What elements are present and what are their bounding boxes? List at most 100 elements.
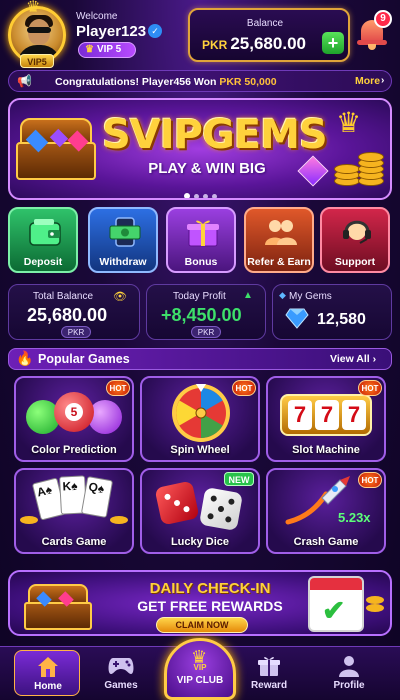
my-gems-card: ◆ My Gems 12,580	[272, 284, 392, 340]
banner-title: SVIPGEMS	[102, 112, 328, 158]
claim-now-button[interactable]: CLAIM NOW	[156, 617, 248, 633]
pagination-dot[interactable]	[211, 194, 217, 198]
game-title: Color Prediction	[31, 444, 117, 456]
nav-vip-small-label: VIP	[193, 663, 207, 672]
coin-icon	[20, 516, 38, 524]
balance-panel: Balance PKR 25,680.00 +	[188, 8, 350, 62]
winner-ticker[interactable]: 📢 Congratulations! Player456 Won PKR 50,…	[8, 70, 392, 92]
coin-icon	[366, 596, 384, 604]
gem-icon	[285, 308, 309, 329]
view-all-label: View All	[330, 353, 370, 365]
gift-icon	[187, 220, 219, 247]
gem-small-icon: ◆	[279, 290, 286, 300]
ticker-more-link[interactable]: More	[355, 75, 380, 87]
nav-reward[interactable]: Reward	[236, 650, 302, 696]
currency-chip: PKR	[61, 326, 91, 338]
vip-level-badge[interactable]: ♛ VIP 5	[78, 42, 136, 58]
chevron-right-icon: ›	[381, 75, 385, 86]
home-icon	[38, 657, 58, 677]
pagination-dot[interactable]	[202, 194, 208, 198]
gamepad-icon	[108, 658, 134, 674]
nav-vip-club[interactable]: ♛ VIP VIP CLUB	[164, 638, 236, 700]
coin-icon	[366, 604, 384, 612]
white-dice-icon	[198, 486, 244, 532]
red-ball-icon: 5	[54, 392, 94, 432]
deposit-label: Deposit	[23, 256, 63, 268]
multiplier-value: 5.23x	[338, 510, 371, 525]
game-title: Crash Game	[293, 536, 359, 548]
promo-banner[interactable]: SVIPGEMS PLAY & WIN BIG ♛	[8, 98, 392, 200]
balance-value: PKR 25,680.00	[202, 34, 306, 54]
fire-icon: 🔥	[16, 350, 34, 366]
support-button[interactable]: Support	[320, 207, 390, 273]
username: Player123	[76, 23, 147, 40]
red-dice-icon	[154, 480, 200, 526]
nav-games-label: Games	[104, 680, 138, 691]
daily-checkin-banner[interactable]: DAILY CHECK-IN GET FREE REWARDS CLAIM NO…	[8, 570, 392, 636]
headset-icon	[343, 220, 371, 244]
eye-icon[interactable]: 👁	[113, 290, 127, 303]
balance-currency: PKR	[202, 38, 228, 52]
wallet-icon	[29, 219, 61, 246]
hot-badge: HOT	[358, 472, 382, 488]
pagination-dot[interactable]	[183, 193, 190, 198]
balance-amount: 25,680.00	[230, 34, 306, 53]
ticker-text: Congratulations! Player456 Won PKR 50,00…	[55, 76, 277, 88]
banner-subtitle: PLAY & WIN BIG	[148, 160, 266, 177]
currency-chip: PKR	[191, 326, 221, 338]
nav-games[interactable]: Games	[88, 650, 154, 696]
my-gems-value: 12,580	[317, 311, 366, 328]
game-card-slot-machine[interactable]: 7 7 7 HOT Slot Machine	[266, 376, 386, 462]
hot-badge: HOT	[106, 380, 130, 396]
playing-card-icon: Q♠	[80, 476, 114, 518]
add-funds-button[interactable]: +	[322, 32, 344, 54]
banner-pagination	[10, 186, 390, 198]
verified-icon: ✓	[148, 24, 162, 38]
popular-games-title: Popular Games	[38, 352, 130, 366]
crown-icon: ♛	[26, 0, 41, 16]
game-card-lucky-dice[interactable]: NEW Lucky Dice	[140, 468, 260, 554]
game-title: Spin Wheel	[170, 444, 230, 456]
nav-profile[interactable]: Profile	[316, 650, 382, 696]
bonus-button[interactable]: Bonus	[166, 207, 236, 273]
nav-home-label: Home	[34, 681, 62, 692]
arrow-up-icon: ▲	[243, 290, 253, 301]
nav-vip-club-label: VIP CLUB	[176, 675, 224, 686]
ticker-amount: PKR 50,000	[219, 76, 277, 88]
view-all-link[interactable]: View All ›	[330, 353, 376, 365]
calendar-check-icon: ✔	[308, 576, 364, 632]
user-icon	[339, 656, 359, 677]
ticker-message: Congratulations! Player456 Won	[55, 76, 220, 88]
spin-wheel-icon	[172, 384, 230, 442]
total-balance-value: 25,680.00	[27, 305, 108, 325]
refer-earn-button[interactable]: Refer & Earn	[244, 207, 314, 273]
total-balance-card: Total Balance 👁 25,680.00 PKR	[8, 284, 140, 340]
notification-count-badge: 9	[374, 10, 392, 28]
nav-profile-label: Profile	[333, 680, 365, 691]
bonus-label: Bonus	[184, 256, 218, 268]
game-card-spin-wheel[interactable]: HOT Spin Wheel	[140, 376, 260, 462]
treasure-chest-icon	[20, 582, 100, 632]
pagination-dot[interactable]	[193, 194, 199, 198]
crown-icon: ♛	[85, 44, 94, 55]
deposit-button[interactable]: Deposit	[8, 207, 78, 273]
today-profit-value: +8,450.00	[161, 305, 242, 325]
refer-earn-label: Refer & Earn	[247, 256, 311, 268]
hot-badge: HOT	[358, 380, 382, 396]
checkin-title: DAILY CHECK-IN	[149, 580, 271, 597]
checkin-subtitle: GET FREE REWARDS	[137, 598, 283, 614]
new-badge: NEW	[224, 472, 254, 486]
nav-home[interactable]: Home	[14, 650, 80, 696]
slot-machine-icon: 7 7 7	[280, 394, 372, 436]
gift-icon	[258, 657, 280, 676]
game-title: Lucky Dice	[170, 536, 230, 548]
withdraw-label: Withdraw	[99, 256, 147, 268]
my-gems-label: My Gems	[289, 291, 332, 302]
game-card-color-prediction[interactable]: 5 HOT Color Prediction	[14, 376, 134, 462]
game-title: Cards Game	[41, 536, 107, 548]
game-card-cards-game[interactable]: A♠ K♠ Q♠ Cards Game	[14, 468, 134, 554]
game-card-crash-game[interactable]: 5.23x HOT Crash Game	[266, 468, 386, 554]
megaphone-icon: 📢	[17, 74, 32, 88]
withdraw-button[interactable]: Withdraw	[88, 207, 158, 273]
today-profit-card: Today Profit ▲ +8,450.00 PKR	[146, 284, 266, 340]
